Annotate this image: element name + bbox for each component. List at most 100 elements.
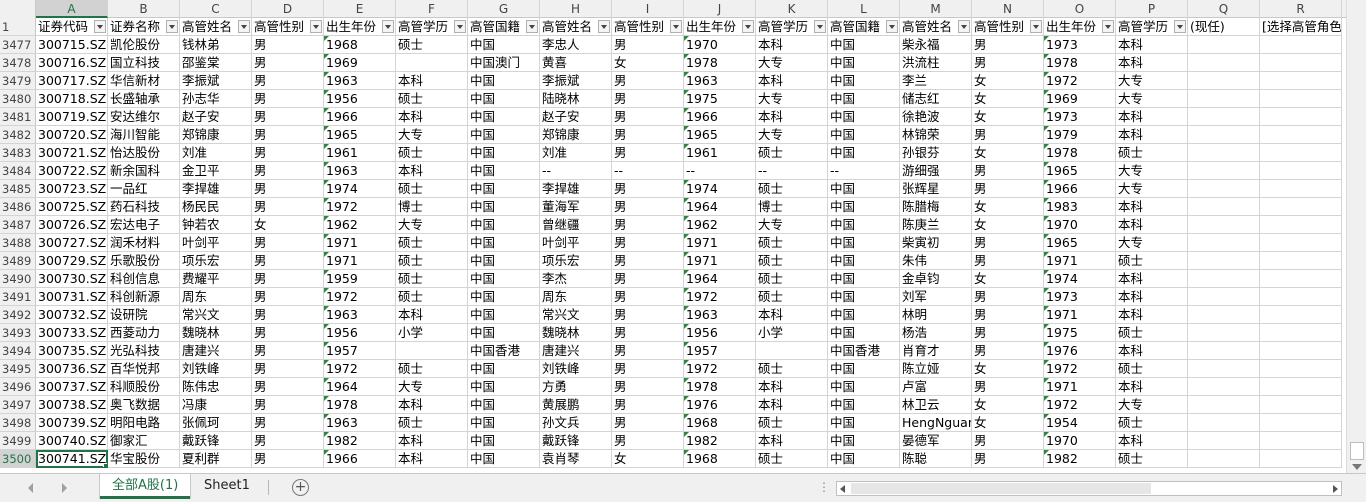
table-cell[interactable]: 钱林弟 bbox=[180, 36, 252, 54]
table-cell[interactable]: 男 bbox=[972, 324, 1044, 342]
table-cell[interactable]: 1973 bbox=[1044, 288, 1116, 306]
table-cell[interactable]: 1965 bbox=[684, 126, 756, 144]
table-cell[interactable]: 中国 bbox=[828, 90, 900, 108]
table-cell[interactable]: 1963 bbox=[324, 414, 396, 432]
table-cell[interactable]: 本科 bbox=[1116, 270, 1188, 288]
table-cell[interactable]: 袁肖琴 bbox=[540, 450, 612, 468]
table-cell[interactable]: HengNguan bbox=[900, 414, 972, 432]
table-cell[interactable]: 刘铁峰 bbox=[180, 360, 252, 378]
table-cell[interactable]: 1966 bbox=[324, 450, 396, 468]
table-cell[interactable]: 海川智能 bbox=[108, 126, 180, 144]
table-cell[interactable] bbox=[1188, 162, 1260, 180]
table-cell[interactable]: 300732.SZ bbox=[36, 306, 108, 324]
table-cell[interactable]: 男 bbox=[612, 72, 684, 90]
filter-dropdown-icon[interactable] bbox=[526, 20, 538, 33]
table-cell[interactable]: 本科 bbox=[756, 36, 828, 54]
table-cell[interactable]: 男 bbox=[972, 342, 1044, 360]
table-cell[interactable]: 硕士 bbox=[396, 414, 468, 432]
table-cell[interactable]: 本科 bbox=[396, 72, 468, 90]
table-cell[interactable]: 金卓钧 bbox=[900, 270, 972, 288]
table-cell[interactable]: 1957 bbox=[684, 342, 756, 360]
table-cell[interactable]: 中国 bbox=[468, 90, 540, 108]
table-cell[interactable]: 1963 bbox=[684, 306, 756, 324]
table-cell[interactable]: 常兴文 bbox=[540, 306, 612, 324]
table-cell[interactable]: 本科 bbox=[756, 378, 828, 396]
column-title-cell[interactable]: 高管姓名 bbox=[900, 18, 972, 36]
table-cell[interactable]: 百华悦邦 bbox=[108, 360, 180, 378]
table-cell[interactable]: 男 bbox=[252, 252, 324, 270]
column-header-m[interactable]: M bbox=[900, 0, 972, 18]
table-cell[interactable]: 本科 bbox=[1116, 342, 1188, 360]
filter-dropdown-icon[interactable] bbox=[670, 20, 682, 33]
table-cell[interactable]: 硕士 bbox=[396, 288, 468, 306]
table-cell[interactable]: 陈伟忠 bbox=[180, 378, 252, 396]
table-cell[interactable]: 男 bbox=[252, 162, 324, 180]
add-sheet-icon[interactable]: + bbox=[292, 479, 309, 496]
table-cell[interactable]: 大专 bbox=[396, 126, 468, 144]
table-cell[interactable] bbox=[1260, 144, 1342, 162]
column-title-cell[interactable]: 出生年份 bbox=[1044, 18, 1116, 36]
row-number[interactable]: 3485 bbox=[0, 180, 36, 198]
table-cell[interactable]: 男 bbox=[612, 252, 684, 270]
table-cell[interactable] bbox=[1188, 378, 1260, 396]
scroll-down-arrow-icon[interactable] bbox=[1352, 464, 1362, 470]
column-header-h[interactable]: H bbox=[540, 0, 612, 18]
table-cell[interactable]: 中国 bbox=[828, 252, 900, 270]
table-cell[interactable]: 李兰 bbox=[900, 72, 972, 90]
column-title-cell[interactable]: 证券名称 bbox=[108, 18, 180, 36]
table-cell[interactable]: 中国 bbox=[468, 126, 540, 144]
table-cell[interactable]: 男 bbox=[252, 126, 324, 144]
table-cell[interactable]: 男 bbox=[252, 54, 324, 72]
table-cell[interactable]: 硕士 bbox=[756, 414, 828, 432]
table-cell[interactable]: 中国 bbox=[468, 306, 540, 324]
table-cell[interactable]: 卢富 bbox=[900, 378, 972, 396]
table-cell[interactable]: 项乐宏 bbox=[180, 252, 252, 270]
table-cell[interactable] bbox=[1260, 90, 1342, 108]
table-cell[interactable] bbox=[396, 54, 468, 72]
table-cell[interactable]: 300718.SZ bbox=[36, 90, 108, 108]
table-cell[interactable]: 科创信息 bbox=[108, 270, 180, 288]
table-cell[interactable]: 1957 bbox=[324, 342, 396, 360]
table-cell[interactable]: -- bbox=[756, 162, 828, 180]
table-cell[interactable]: 魏晓林 bbox=[540, 324, 612, 342]
column-header-a[interactable]: A bbox=[36, 0, 108, 18]
table-cell[interactable] bbox=[1260, 324, 1342, 342]
table-cell[interactable]: 陈腊梅 bbox=[900, 198, 972, 216]
table-cell[interactable]: 硕士 bbox=[396, 270, 468, 288]
table-cell[interactable] bbox=[1260, 198, 1342, 216]
table-cell[interactable]: 博士 bbox=[756, 198, 828, 216]
table-cell[interactable]: 李振斌 bbox=[540, 72, 612, 90]
table-cell[interactable]: 1963 bbox=[324, 72, 396, 90]
table-cell[interactable]: 男 bbox=[972, 36, 1044, 54]
table-cell[interactable]: 李捍雄 bbox=[180, 180, 252, 198]
table-cell[interactable] bbox=[1188, 36, 1260, 54]
row-number[interactable]: 3492 bbox=[0, 306, 36, 324]
table-cell[interactable] bbox=[1188, 450, 1260, 468]
table-cell[interactable]: 夏利群 bbox=[180, 450, 252, 468]
vertical-scrollbar[interactable] bbox=[1346, 0, 1366, 473]
table-cell[interactable]: 华信新材 bbox=[108, 72, 180, 90]
table-cell[interactable] bbox=[1260, 108, 1342, 126]
table-cell[interactable]: 男 bbox=[612, 306, 684, 324]
table-cell[interactable]: 西菱动力 bbox=[108, 324, 180, 342]
table-cell[interactable]: 男 bbox=[612, 414, 684, 432]
table-cell[interactable]: 本科 bbox=[396, 108, 468, 126]
table-cell[interactable]: 本科 bbox=[1116, 216, 1188, 234]
table-cell[interactable]: 戴跃锋 bbox=[540, 432, 612, 450]
table-cell[interactable]: 中国 bbox=[468, 270, 540, 288]
table-cell[interactable]: 1968 bbox=[684, 450, 756, 468]
table-cell[interactable]: 1956 bbox=[324, 90, 396, 108]
table-cell[interactable]: 300717.SZ bbox=[36, 72, 108, 90]
table-cell[interactable]: 陆晓林 bbox=[540, 90, 612, 108]
table-cell[interactable]: 1970 bbox=[1044, 432, 1116, 450]
table-cell[interactable]: 李振斌 bbox=[180, 72, 252, 90]
table-cell[interactable]: 大专 bbox=[1116, 396, 1188, 414]
table-cell[interactable]: 300727.SZ bbox=[36, 234, 108, 252]
table-cell[interactable]: 男 bbox=[252, 108, 324, 126]
table-cell[interactable]: 男 bbox=[252, 90, 324, 108]
table-cell[interactable]: 300733.SZ bbox=[36, 324, 108, 342]
table-cell[interactable]: 中国 bbox=[828, 360, 900, 378]
table-cell[interactable]: 1979 bbox=[1044, 126, 1116, 144]
table-cell[interactable]: 1964 bbox=[684, 198, 756, 216]
table-cell[interactable]: 300722.SZ bbox=[36, 162, 108, 180]
